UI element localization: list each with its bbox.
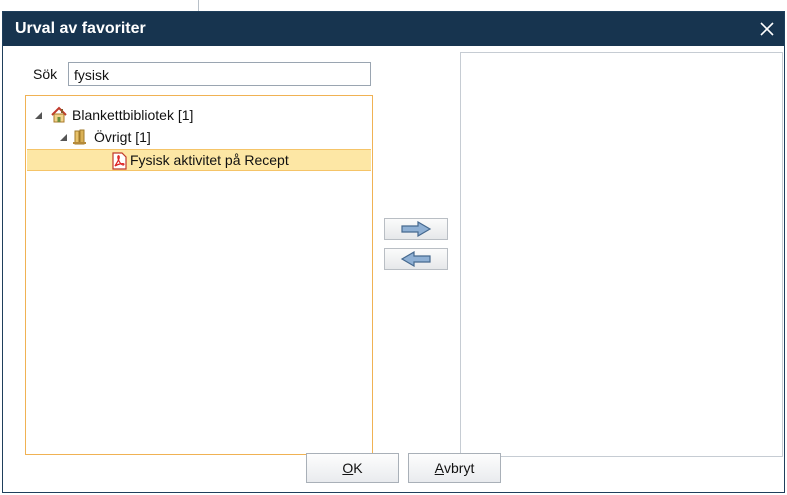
title-bar[interactable]: Urval av favoriter (3, 12, 784, 46)
expand-toggle[interactable] (34, 111, 42, 119)
favorites-tree: Blankettbibliotek [1] Övrigt [1] Fysisk … (25, 95, 373, 455)
tree-node-blankettbibliotek[interactable]: Blankettbibliotek [1] (26, 104, 372, 126)
close-icon (760, 22, 774, 36)
ok-label: K (353, 460, 363, 476)
cancel-label: vbryt (444, 460, 475, 476)
expanded-triangle-icon (59, 133, 67, 141)
house-icon (50, 106, 68, 124)
tree-node-ovrigt[interactable]: Övrigt [1] (26, 126, 372, 148)
ok-accesskey: O (342, 460, 354, 476)
folder-icon (72, 128, 90, 146)
favorites-selection-dialog: Urval av favoriter Sök Blankettbibliote (2, 11, 785, 493)
selected-favorites-list[interactable] (460, 52, 783, 457)
expand-toggle[interactable] (59, 133, 67, 141)
arrow-right-icon (401, 221, 432, 237)
cancel-accesskey: A (434, 460, 444, 476)
tree-node-label: Fysisk aktivitet på Recept (130, 152, 289, 168)
remove-from-selection-button[interactable] (384, 248, 448, 270)
expanded-triangle-icon (34, 111, 42, 119)
search-input[interactable] (68, 62, 371, 86)
cancel-button[interactable]: Avbryt (408, 453, 501, 483)
add-to-selection-button[interactable] (384, 218, 448, 240)
tree-node-label: Blankettbibliotek [1] (72, 107, 194, 123)
tree-node-label: Övrigt [1] (94, 129, 151, 145)
arrow-left-icon (400, 251, 431, 267)
search-label: Sök (33, 66, 58, 82)
tree-node-fysisk-aktivitet[interactable]: Fysisk aktivitet på Recept (27, 149, 371, 171)
pdf-icon (110, 152, 128, 170)
dialog-title: Urval av favoriter (15, 20, 146, 37)
close-button[interactable] (750, 12, 784, 46)
ok-button[interactable]: OK (306, 453, 399, 483)
